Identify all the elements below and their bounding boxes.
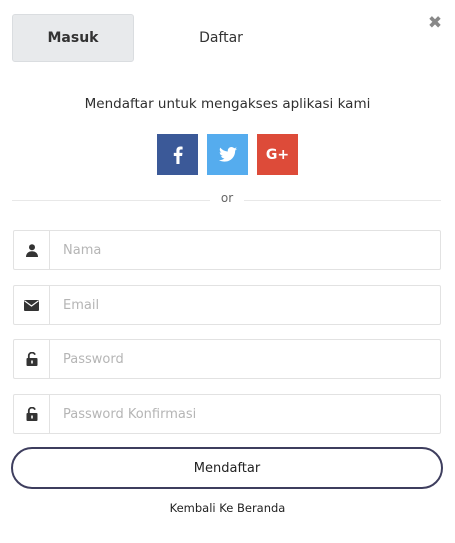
twitter-icon bbox=[218, 147, 237, 162]
facebook-login-button[interactable] bbox=[157, 134, 198, 175]
divider-left bbox=[12, 200, 210, 201]
unlock-icon bbox=[14, 340, 50, 378]
password-field bbox=[13, 339, 441, 379]
divider-right bbox=[244, 200, 441, 201]
password-confirm-field bbox=[13, 394, 441, 434]
user-icon bbox=[14, 231, 50, 269]
name-input[interactable] bbox=[50, 231, 440, 269]
password-input[interactable] bbox=[50, 340, 440, 378]
envelope-icon bbox=[14, 286, 50, 324]
facebook-icon bbox=[173, 146, 183, 164]
email-field bbox=[13, 285, 441, 325]
tab-daftar[interactable]: Daftar bbox=[160, 14, 282, 62]
unlock-icon bbox=[14, 395, 50, 433]
password-confirm-input[interactable] bbox=[50, 395, 440, 433]
google-plus-login-button[interactable]: G+ bbox=[257, 134, 298, 175]
divider-or-text: or bbox=[214, 191, 240, 205]
tab-masuk[interactable]: Masuk bbox=[12, 14, 134, 62]
name-field bbox=[13, 230, 441, 270]
email-input[interactable] bbox=[50, 286, 440, 324]
twitter-login-button[interactable] bbox=[207, 134, 248, 175]
back-to-home-link[interactable]: Kembali Ke Beranda bbox=[0, 501, 455, 515]
close-icon[interactable]: ✖ bbox=[427, 13, 443, 33]
google-plus-icon: G+ bbox=[265, 146, 290, 163]
register-button[interactable]: Mendaftar bbox=[11, 447, 443, 489]
register-subtitle: Mendaftar untuk mengakses aplikasi kami bbox=[84, 96, 371, 112]
